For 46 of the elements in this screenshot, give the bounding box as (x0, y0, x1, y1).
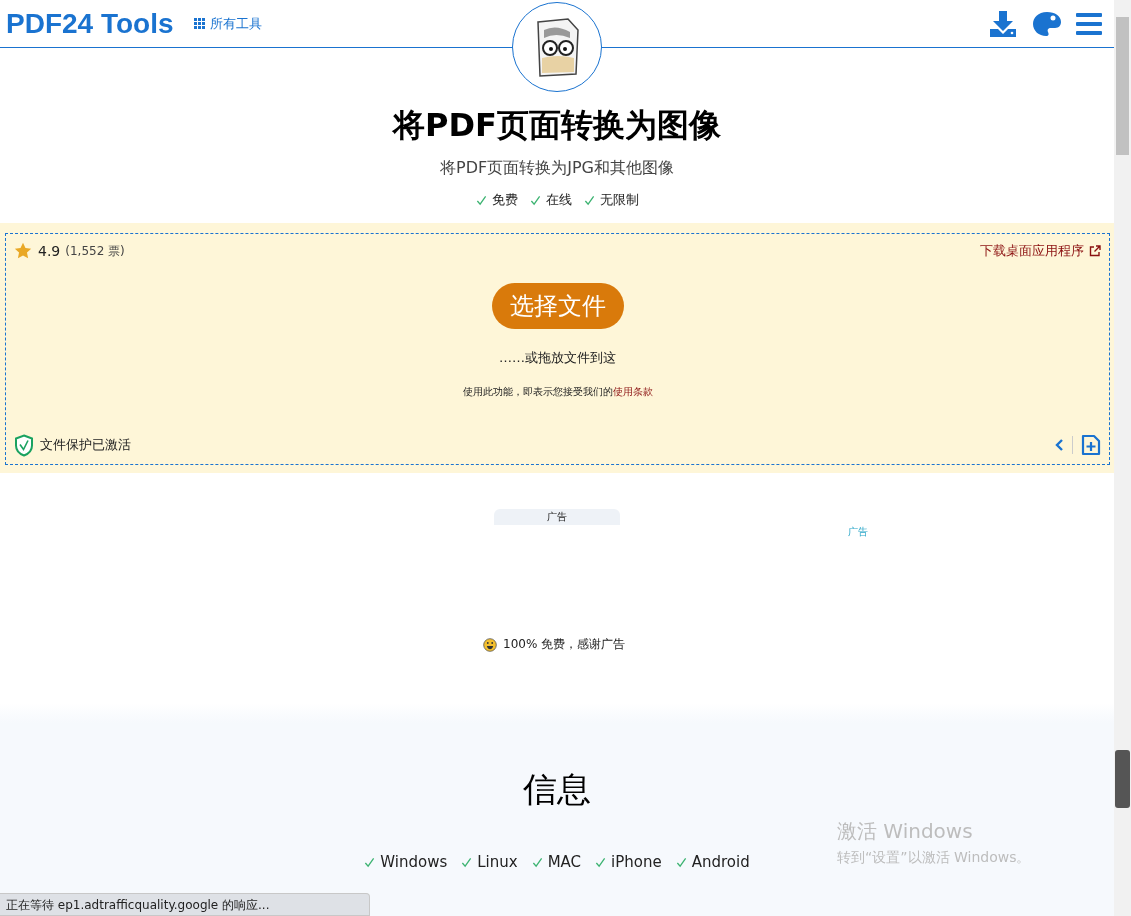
check-icon (531, 856, 543, 868)
ad-label: 广告 (848, 525, 868, 539)
scrollbar[interactable] (1114, 0, 1131, 916)
menu-icon[interactable] (1076, 12, 1102, 35)
desktop-app-link[interactable]: 下载桌面应用程序 (980, 242, 1101, 260)
check-icon (675, 856, 687, 868)
smiley-icon (483, 637, 497, 652)
feature-label: 在线 (545, 191, 572, 209)
check-icon (583, 194, 595, 206)
check-icon (595, 856, 607, 868)
external-link-icon (1089, 245, 1101, 257)
terms-link[interactable]: 使用条款 (612, 386, 653, 397)
platform-label: Linux (477, 853, 518, 871)
star-icon (14, 242, 32, 260)
download-icon[interactable] (988, 8, 1018, 39)
check-icon (529, 194, 541, 206)
activation-watermark-title: 激活 Windows (837, 818, 974, 845)
chevron-left-icon[interactable] (1054, 438, 1064, 452)
check-icon (475, 194, 487, 206)
activation-watermark-hint: 转到“设置”以激活 Windows。 (837, 849, 1031, 867)
check-icon (364, 856, 376, 868)
drop-hint: ……或拖放文件到这 (499, 349, 616, 367)
page-title: 将PDF页面转换为图像 (393, 105, 721, 146)
platform-label: Windows (380, 853, 448, 871)
all-tools-link[interactable]: 所有工具 (193, 14, 262, 33)
grid-icon (193, 18, 205, 29)
protection-status: 文件保护已激活 (40, 436, 131, 454)
shield-check-icon (14, 433, 34, 457)
platform-label: Android (691, 853, 750, 871)
platform-label: iPhone (611, 853, 662, 871)
status-bar: 正在等待 ep1.adtrafficquality.google 的响应... (0, 893, 370, 916)
drop-zone[interactable]: 4.9 (1,552 票) 下载桌面应用程序 选择文件 ……或拖放文件到这 使用此功能，即表示您接受我们的使用条款 文件保护已激活 (5, 233, 1110, 465)
brand-logo[interactable]: PDF24 Tools (6, 7, 174, 40)
feature-label: 无限制 (599, 191, 639, 209)
section-heading: 信息 (523, 768, 591, 811)
terms-notice: 使用此功能，即表示您接受我们的使用条款 (462, 385, 653, 399)
feature-label: 免费 (491, 191, 518, 209)
palette-icon[interactable] (1032, 10, 1062, 37)
platform-label: MAC (547, 853, 582, 871)
add-file-icon[interactable] (1081, 434, 1101, 456)
page-subtitle: 将PDF页面转换为JPG和其他图像 (440, 158, 674, 179)
vote-count: (1,552 票) (65, 242, 125, 260)
rating-value: 4.9 (38, 243, 61, 259)
check-icon (461, 856, 473, 868)
ad-thanks-text: 100% 免费，感谢广告 (503, 636, 626, 653)
ad-label: 广告 (494, 509, 620, 525)
